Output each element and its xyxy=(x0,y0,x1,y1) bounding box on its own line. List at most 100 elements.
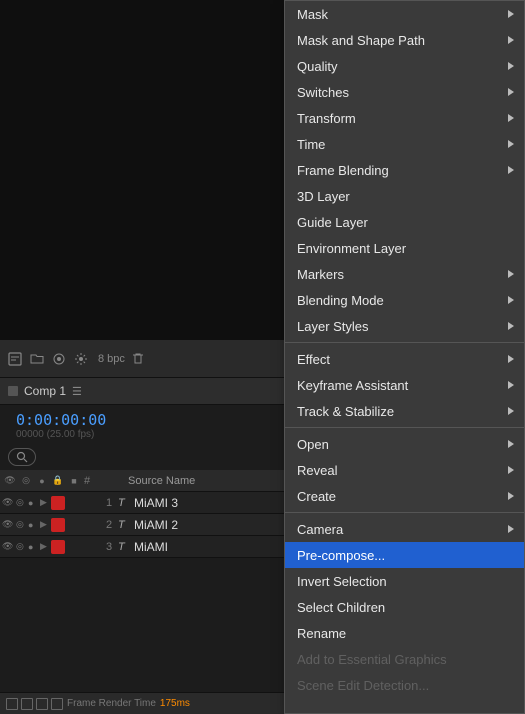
menu-item-switches[interactable]: Switches xyxy=(285,79,524,105)
menu-label-effect: Effect xyxy=(297,352,330,367)
menu-label-camera: Camera xyxy=(297,522,343,537)
layer-solo-icon: ● xyxy=(28,498,38,508)
menu-item-invert-selection[interactable]: Invert Selection xyxy=(285,568,524,594)
menu-arrow-mask-shape-path xyxy=(508,36,514,44)
folder-icon xyxy=(28,350,46,368)
fps-label: 00000 (25.00 fps) xyxy=(8,429,285,444)
menu-arrow-switches xyxy=(508,88,514,96)
status-icon-3 xyxy=(36,698,48,710)
menu-item-time[interactable]: Time xyxy=(285,131,524,157)
layer-type-icon: T xyxy=(118,497,132,509)
menu-item-create[interactable]: Create xyxy=(285,483,524,509)
settings-icon[interactable] xyxy=(72,350,90,368)
layer-row[interactable]: 👁 ◎ ● ▶ 2 T MiAMI 2 xyxy=(0,514,285,536)
menu-item-reveal[interactable]: Reveal xyxy=(285,457,524,483)
menu-label-keyframe-assistant: Keyframe Assistant xyxy=(297,378,408,393)
menu-item-mask[interactable]: Mask xyxy=(285,1,524,27)
comp-header: Comp 1 ☰ xyxy=(0,378,285,405)
menu-separator xyxy=(285,342,524,343)
menu-item-frame-blending[interactable]: Frame Blending xyxy=(285,157,524,183)
menu-item-keyframe-assistant[interactable]: Keyframe Assistant xyxy=(285,372,524,398)
menu-item-markers[interactable]: Markers xyxy=(285,261,524,287)
menu-item-camera[interactable]: Camera xyxy=(285,516,524,542)
timecode-display: 0:00:00:00 xyxy=(8,409,285,429)
layer-expand-arrow: ▶ xyxy=(40,497,47,508)
layer-search-box[interactable] xyxy=(8,448,36,466)
search-row xyxy=(0,444,285,470)
layer-num: 3 xyxy=(100,541,118,553)
menu-arrow-keyframe-assistant xyxy=(508,381,514,389)
status-icons xyxy=(6,698,63,710)
col-eye-icon: 👁 xyxy=(4,475,16,487)
layer-name-label: MiAMI 2 xyxy=(132,518,178,532)
menu-label-add-essential-graphics: Add to Essential Graphics xyxy=(297,652,447,667)
layer-num: 2 xyxy=(100,519,118,531)
menu-arrow-camera xyxy=(508,525,514,533)
menu-arrow-frame-blending xyxy=(508,166,514,174)
layer-icons: 👁 ◎ ● ▶ xyxy=(0,540,100,554)
layer-name-label: MiAMI 3 xyxy=(132,496,178,510)
menu-item-layer-styles[interactable]: Layer Styles xyxy=(285,313,524,339)
layer-eye-icon: 👁 xyxy=(2,497,14,508)
status-icon-2 xyxy=(21,698,33,710)
menu-arrow-markers xyxy=(508,270,514,278)
menu-label-guide-layer: Guide Layer xyxy=(297,215,368,230)
menu-label-markers: Markers xyxy=(297,267,344,282)
layer-audio-icon: ◎ xyxy=(16,541,26,552)
menu-label-scene-edit-detection: Scene Edit Detection... xyxy=(297,678,429,693)
context-menu: MaskMask and Shape Path Quality Switches Tr… xyxy=(284,0,525,714)
trash-icon[interactable] xyxy=(129,350,147,368)
timeline-panel: 8 bpc Comp 1 ☰ 0:00:00:00 00000 (25.00 f… xyxy=(0,0,285,714)
comp-thumbnail xyxy=(8,386,18,396)
col-icons: 👁 ◎ ● 🔒 ■ # xyxy=(4,475,124,487)
layer-row[interactable]: 👁 ◎ ● ▶ 3 T MiAMI xyxy=(0,536,285,558)
menu-item-guide-layer[interactable]: Guide Layer xyxy=(285,209,524,235)
col-source-header: Source Name xyxy=(124,475,195,487)
menu-arrow-create xyxy=(508,492,514,500)
col-num-header: # xyxy=(84,475,90,487)
menu-item-track-stabilize[interactable]: Track & Stabilize xyxy=(285,398,524,424)
comp-menu-icon[interactable]: ☰ xyxy=(72,385,82,398)
menu-item-rename[interactable]: Rename xyxy=(285,620,524,646)
menu-arrow-open xyxy=(508,440,514,448)
menu-item-open[interactable]: Open xyxy=(285,431,524,457)
layer-solo-icon: ● xyxy=(28,542,38,552)
status-bar: Frame Render Time 175ms xyxy=(0,692,285,714)
menu-item-scene-edit-detection: Scene Edit Detection... xyxy=(285,672,524,698)
menu-arrow-reveal xyxy=(508,466,514,474)
menu-label-invert-selection: Invert Selection xyxy=(297,574,387,589)
menu-item-quality[interactable]: Quality xyxy=(285,53,524,79)
layer-expand-arrow: ▶ xyxy=(40,541,47,552)
layer-type-icon: T xyxy=(118,519,132,531)
menu-arrow-layer-styles xyxy=(508,322,514,330)
status-label: Frame Render Time xyxy=(67,698,156,709)
menu-item-effect[interactable]: Effect xyxy=(285,346,524,372)
menu-separator xyxy=(285,427,524,428)
comp-viewer xyxy=(0,0,285,340)
menu-label-switches: Switches xyxy=(297,85,349,100)
menu-label-layer-styles: Layer Styles xyxy=(297,319,369,334)
layers-list: 👁 ◎ ● ▶ 1 T MiAMI 3 👁 ◎ ● ▶ 2 T MiAMI 2 … xyxy=(0,492,285,558)
menu-label-3d-layer: 3D Layer xyxy=(297,189,350,204)
col-solo-icon: ● xyxy=(36,475,48,487)
comp-icon xyxy=(6,350,24,368)
menu-item-mask-shape-path[interactable]: Mask and Shape Path xyxy=(285,27,524,53)
menu-arrow-effect xyxy=(508,355,514,363)
menu-item-3d-layer[interactable]: 3D Layer xyxy=(285,183,524,209)
menu-item-transform[interactable]: Transform xyxy=(285,105,524,131)
layer-color-swatch xyxy=(51,496,65,510)
layer-type-icon: T xyxy=(118,541,132,553)
color-icon xyxy=(50,350,68,368)
status-icon-4 xyxy=(51,698,63,710)
menu-item-select-children[interactable]: Select Children xyxy=(285,594,524,620)
menu-label-reveal: Reveal xyxy=(297,463,337,478)
menu-label-track-stabilize: Track & Stabilize xyxy=(297,404,394,419)
layer-row[interactable]: 👁 ◎ ● ▶ 1 T MiAMI 3 xyxy=(0,492,285,514)
menu-label-blending-mode: Blending Mode xyxy=(297,293,384,308)
menu-item-environment-layer[interactable]: Environment Layer xyxy=(285,235,524,261)
col-lock-icon: 🔒 xyxy=(52,475,64,487)
menu-label-quality: Quality xyxy=(297,59,337,74)
menu-item-pre-compose[interactable]: Pre-compose... xyxy=(285,542,524,568)
layer-eye-icon: 👁 xyxy=(2,519,14,530)
menu-item-blending-mode[interactable]: Blending Mode xyxy=(285,287,524,313)
